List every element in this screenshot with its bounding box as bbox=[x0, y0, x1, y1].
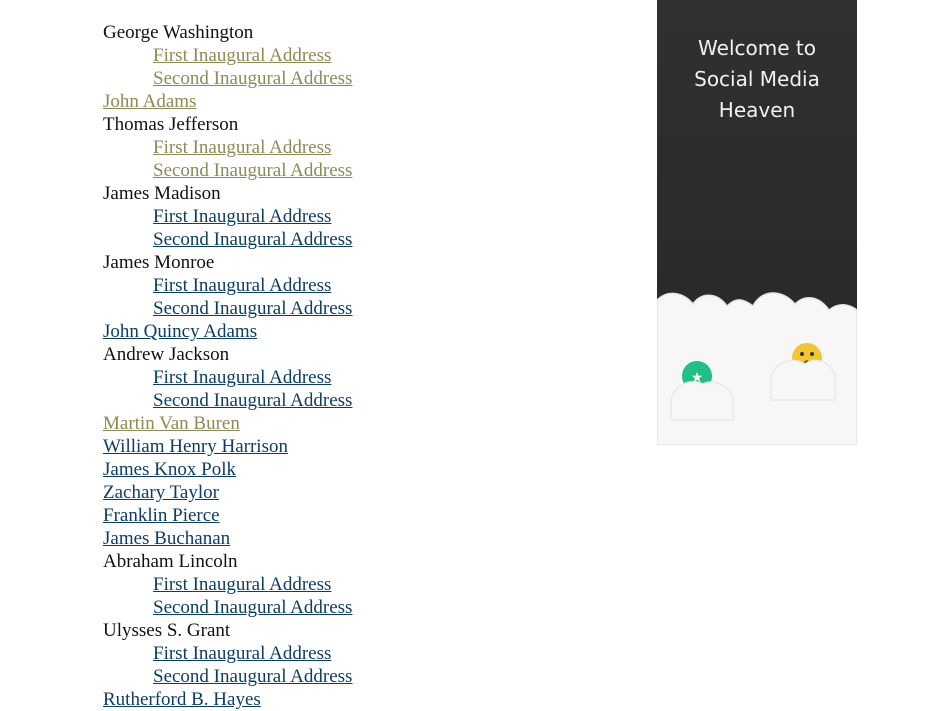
first-inaugural-address-link[interactable]: First Inaugural Address bbox=[153, 367, 331, 388]
president-name: Andrew Jackson bbox=[103, 344, 230, 365]
president-link[interactable]: Franklin Pierce bbox=[103, 505, 220, 526]
president-row-thomas-jefferson: Thomas Jefferson bbox=[103, 113, 352, 136]
president-name: George Washington bbox=[103, 22, 254, 43]
president-name: Ulysses S. Grant bbox=[103, 620, 231, 641]
president-row-james-buchanan[interactable]: James Buchanan bbox=[103, 527, 352, 550]
first-inaugural-address-link[interactable]: First Inaugural Address bbox=[153, 275, 331, 296]
president-row-james-monroe: James Monroe bbox=[103, 251, 352, 274]
second-inaugural-address-link[interactable]: Second Inaugural Address bbox=[153, 229, 352, 250]
address-row[interactable]: First Inaugural Address bbox=[103, 136, 352, 159]
president-name: James Madison bbox=[103, 183, 221, 204]
first-inaugural-address-link[interactable]: First Inaugural Address bbox=[153, 45, 331, 66]
president-row-andrew-jackson: Andrew Jackson bbox=[103, 343, 352, 366]
first-inaugural-address-link[interactable]: First Inaugural Address bbox=[153, 643, 331, 664]
address-row[interactable]: First Inaugural Address bbox=[103, 642, 352, 665]
president-link[interactable]: William Henry Harrison bbox=[103, 436, 288, 457]
address-row[interactable]: Second Inaugural Address bbox=[103, 67, 352, 90]
second-inaugural-address-link[interactable]: Second Inaugural Address bbox=[153, 666, 352, 687]
president-link[interactable]: Zachary Taylor bbox=[103, 482, 219, 503]
president-row-james-madison: James Madison bbox=[103, 182, 352, 205]
second-inaugural-address-link[interactable]: Second Inaugural Address bbox=[153, 298, 352, 319]
president-link[interactable]: John Quincy Adams bbox=[103, 321, 257, 342]
first-inaugural-address-link[interactable]: First Inaugural Address bbox=[153, 574, 331, 595]
president-link[interactable]: James Buchanan bbox=[103, 528, 230, 549]
president-row-martin-van-buren[interactable]: Martin Van Buren bbox=[103, 412, 352, 435]
president-row-zachary-taylor[interactable]: Zachary Taylor bbox=[103, 481, 352, 504]
president-row-franklin-pierce[interactable]: Franklin Pierce bbox=[103, 504, 352, 527]
president-link[interactable]: James Knox Polk bbox=[103, 459, 236, 480]
president-row-john-adams[interactable]: John Adams bbox=[103, 90, 352, 113]
address-row[interactable]: Second Inaugural Address bbox=[103, 297, 352, 320]
second-inaugural-address-link[interactable]: Second Inaugural Address bbox=[153, 160, 352, 181]
address-row[interactable]: First Inaugural Address bbox=[103, 205, 352, 228]
address-row[interactable]: Second Inaugural Address bbox=[103, 389, 352, 412]
president-link[interactable]: Rutherford B. Hayes bbox=[103, 689, 261, 710]
address-row[interactable]: First Inaugural Address bbox=[103, 44, 352, 67]
address-row[interactable]: Second Inaugural Address bbox=[103, 228, 352, 251]
first-inaugural-address-link[interactable]: First Inaugural Address bbox=[153, 206, 331, 227]
president-row-william-henry-harrison[interactable]: William Henry Harrison bbox=[103, 435, 352, 458]
address-row[interactable]: First Inaugural Address bbox=[103, 274, 352, 297]
president-row-rutherford-b-hayes[interactable]: Rutherford B. Hayes bbox=[103, 688, 352, 711]
address-row[interactable]: Second Inaugural Address bbox=[103, 159, 352, 182]
president-row-abraham-lincoln: Abraham Lincoln bbox=[103, 550, 352, 573]
president-link[interactable]: John Adams bbox=[103, 91, 196, 112]
first-inaugural-address-link[interactable]: First Inaugural Address bbox=[153, 137, 331, 158]
president-row-james-knox-polk[interactable]: James Knox Polk bbox=[103, 458, 352, 481]
address-row[interactable]: Second Inaugural Address bbox=[103, 596, 352, 619]
address-row[interactable]: First Inaugural Address bbox=[103, 573, 352, 596]
president-link[interactable]: Martin Van Buren bbox=[103, 413, 240, 434]
address-row[interactable]: Second Inaugural Address bbox=[103, 665, 352, 688]
president-row-ulysses-s-grant: Ulysses S. Grant bbox=[103, 619, 352, 642]
president-name: James Monroe bbox=[103, 252, 215, 273]
second-inaugural-address-link[interactable]: Second Inaugural Address bbox=[153, 390, 352, 411]
president-name: Abraham Lincoln bbox=[103, 551, 238, 572]
sidebar-ad[interactable]: Welcome to Social Media Heaven ★ bbox=[657, 0, 857, 445]
president-row-john-quincy-adams[interactable]: John Quincy Adams bbox=[103, 320, 352, 343]
second-inaugural-address-link[interactable]: Second Inaugural Address bbox=[153, 597, 352, 618]
president-name: Thomas Jefferson bbox=[103, 114, 239, 135]
president-list: George Washington First Inaugural Address… bbox=[103, 21, 352, 711]
address-row[interactable]: First Inaugural Address bbox=[103, 366, 352, 389]
second-inaugural-address-link[interactable]: Second Inaugural Address bbox=[153, 68, 352, 89]
president-row-george-washington: George Washington bbox=[103, 21, 352, 44]
ad-clouds: ★ bbox=[657, 292, 857, 445]
